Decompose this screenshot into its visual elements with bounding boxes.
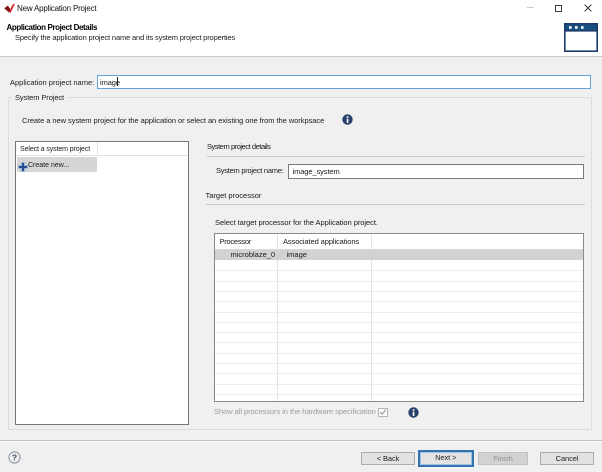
svg-text:?: ?	[12, 452, 17, 462]
